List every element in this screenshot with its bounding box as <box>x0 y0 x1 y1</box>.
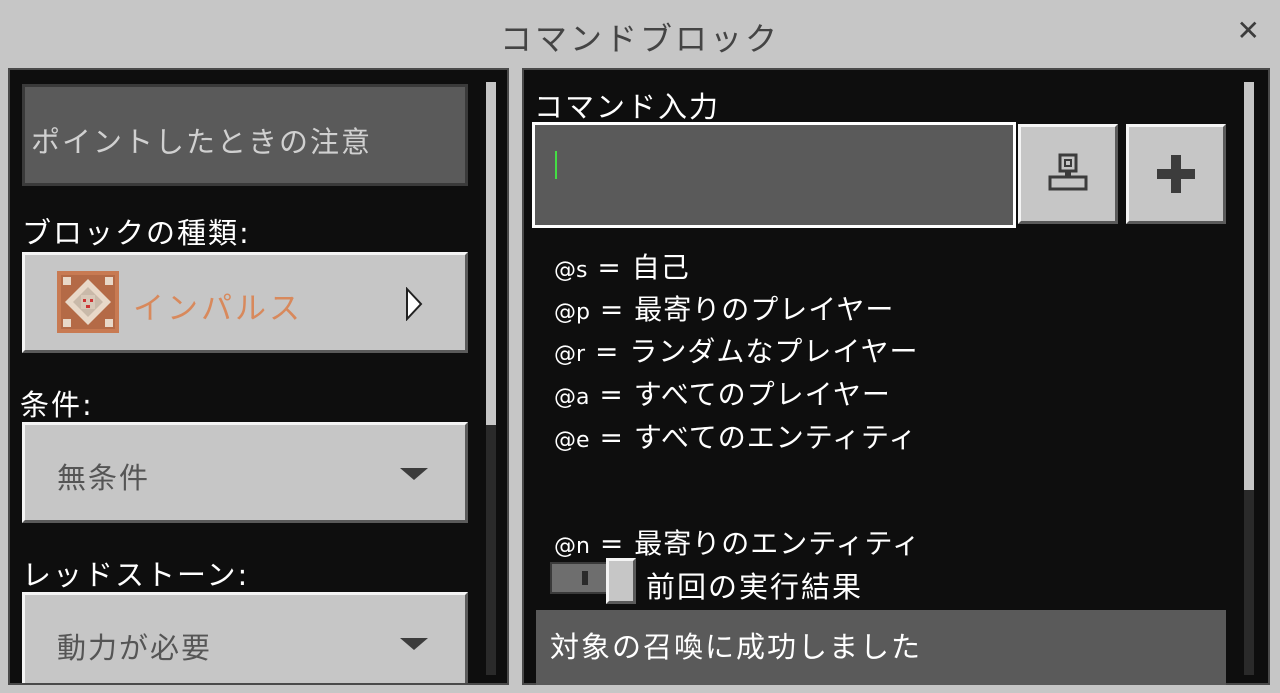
selector-line-p: @p = 最寄りのプレイヤー <box>554 288 894 328</box>
previous-output-value: 対象の召喚に成功しました <box>550 630 923 664</box>
condition-label: 条件: <box>20 388 94 422</box>
plus-icon <box>1157 155 1195 193</box>
block-type-label: ブロックの種類: <box>22 216 251 250</box>
condition-dropdown[interactable]: 無条件 <box>22 422 468 523</box>
selector-line-e: @e = すべてのエンティティ <box>554 416 917 456</box>
selector-text: = ランダムなプレイヤー <box>594 335 919 368</box>
selector-text: = 自己 <box>597 251 690 284</box>
selector-code: @r <box>554 342 586 367</box>
redstone-label: レッドストーン: <box>22 558 250 592</box>
toggle-track <box>550 562 608 594</box>
redstone-dropdown[interactable]: 動力が必要 <box>22 592 468 683</box>
dropdown-arrow-icon <box>400 468 428 480</box>
settings-scrollbar[interactable] <box>486 82 496 675</box>
block-picker-button[interactable] <box>1018 124 1118 224</box>
selector-code: @a <box>554 385 590 410</box>
block-type-button[interactable]: インパルス <box>22 252 468 353</box>
command-scrollbar-thumb[interactable] <box>1244 82 1254 490</box>
previous-output-label: 前回の実行結果 <box>646 570 864 604</box>
hover-note-field[interactable]: ポイントしたときの注意 <box>22 84 468 186</box>
toggle-off-mark <box>582 571 588 585</box>
selector-code: @s <box>554 258 588 283</box>
previous-output-toggle[interactable] <box>550 558 636 604</box>
selector-code: @n <box>554 534 590 559</box>
selector-line-a: @a = すべてのプレイヤー <box>554 373 891 413</box>
close-icon[interactable]: ✕ <box>1237 14 1260 47</box>
selector-text: = すべてのプレイヤー <box>599 378 891 411</box>
command-input-label: コマンド入力 <box>534 90 721 124</box>
command-scrollbar[interactable] <box>1244 82 1254 675</box>
selector-line-s: @s = 自己 <box>554 246 690 286</box>
block-type-value: インパルス <box>133 291 303 327</box>
text-cursor <box>555 151 557 179</box>
settings-scrollbar-thumb[interactable] <box>486 82 496 425</box>
hover-note-value: ポイントしたときの注意 <box>31 125 373 159</box>
selector-line-n: @n = 最寄りのエンティティ <box>554 522 921 562</box>
block-picker-icon <box>1048 153 1088 191</box>
selector-line-r: @r = ランダムなプレイヤー <box>554 330 918 370</box>
selector-code: @e <box>554 428 590 453</box>
selector-text: = 最寄りのプレイヤー <box>599 293 895 326</box>
settings-panel: ポイントしたときの注意 ブロックの種類: インパルス 条件: 無条件 レッドスト… <box>8 68 509 685</box>
command-block-icon <box>57 271 119 333</box>
window-title: コマンドブロック <box>499 20 780 58</box>
redstone-value: 動力が必要 <box>57 631 213 665</box>
arrow-right-icon <box>406 287 423 321</box>
selector-text: = 最寄りのエンティティ <box>599 527 921 560</box>
previous-output-field: 対象の召喚に成功しました <box>536 610 1226 685</box>
selector-text: = すべてのエンティティ <box>599 421 918 454</box>
toggle-knob[interactable] <box>606 558 636 604</box>
add-button[interactable] <box>1126 124 1226 224</box>
condition-value: 無条件 <box>57 461 151 495</box>
command-input[interactable] <box>532 122 1016 228</box>
command-panel: コマンド入力 @s = 自己 @p = 最寄りのプレイヤー @r = ランダムな… <box>522 68 1270 685</box>
dropdown-arrow-icon <box>400 638 428 650</box>
selector-code: @p <box>554 300 590 325</box>
